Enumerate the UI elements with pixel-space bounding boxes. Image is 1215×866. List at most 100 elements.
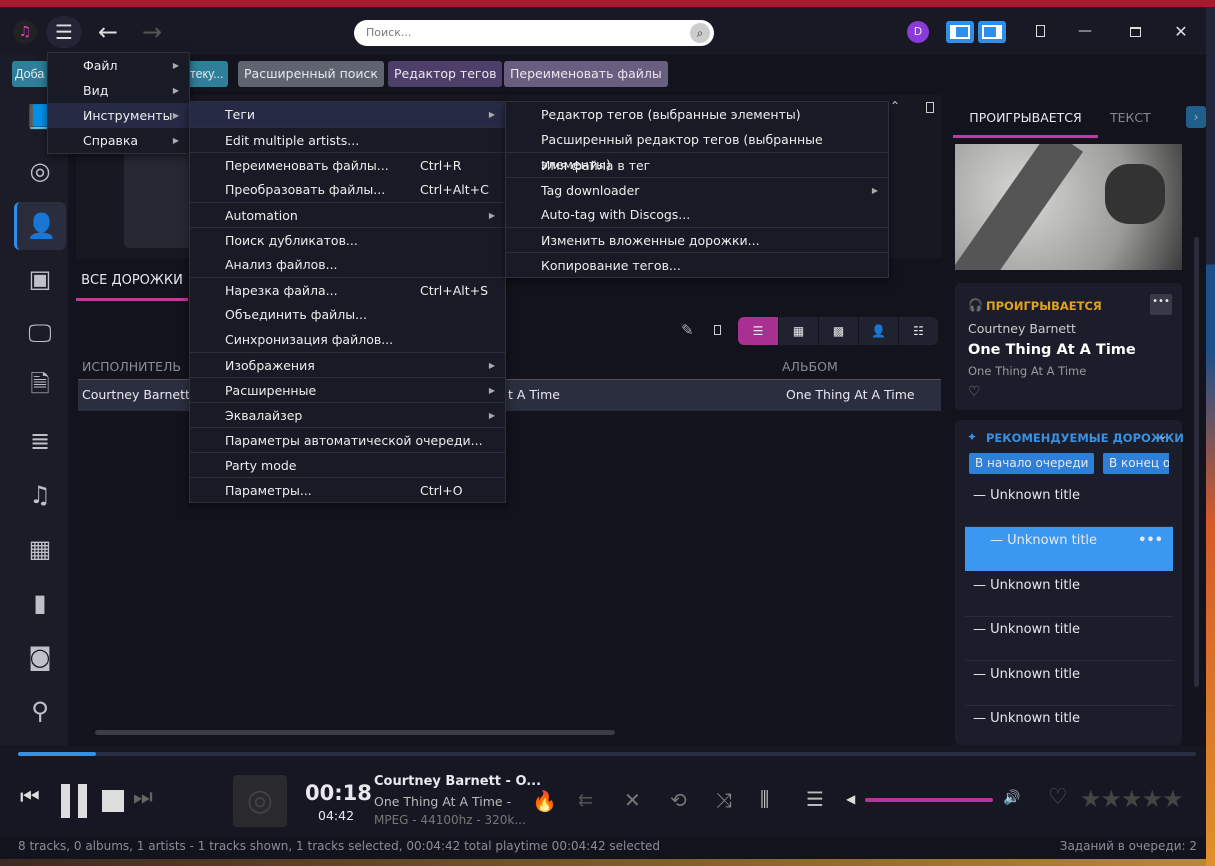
avatar[interactable]: D [907,21,929,43]
volume-slider[interactable] [865,798,993,802]
view-list-icon[interactable]: ☰ [738,317,778,345]
heart-icon[interactable]: ♡ [968,384,981,400]
queue-start-button[interactable]: В начало очереди [969,453,1095,474]
previous-icon[interactable]: ⏮ [20,785,40,810]
menu-item-tags-2[interactable]: Имя файла в тег [506,152,888,177]
menu-item-file[interactable]: Файл ▶ [48,53,189,78]
right-panel-toggle-icon[interactable] [978,21,1006,43]
recommended-label[interactable]: РЕКОМЕНДУЕМЫЕ ДОРОЖКИ [986,431,1184,445]
sidebar-disc-icon[interactable]: ◎ [14,147,66,195]
rating-stars[interactable]: ★★★★★ [1080,785,1184,813]
forward-arrow-icon[interactable]: → [137,17,167,47]
tab-all-tracks[interactable]: ВСЕ ДОРОЖКИ [76,265,188,301]
menu-item-tools-14[interactable]: Party mode [190,452,505,477]
crossfade-icon[interactable]: ✕ [624,788,641,812]
sidebar-disc-square-icon[interactable]: ◙ [14,633,66,681]
close-button[interactable]: ✕ [1166,19,1196,43]
collapse-icon[interactable]: ⌃ [890,99,900,113]
search-icon[interactable]: ⌕ [690,23,710,43]
menu-item-tools-15[interactable]: Параметры... Ctrl+O [190,477,505,502]
back-arrow-icon[interactable]: ← [93,17,123,47]
now-album[interactable]: One Thing At A Time [968,364,1086,378]
menu-item-tools-1[interactable]: Edit multiple artists... [190,127,505,152]
menu-item-tools-3[interactable]: Преобразовать файлы... Ctrl+Alt+C [190,177,505,202]
miniplayer-icon[interactable] [1036,25,1045,37]
volume-low-icon[interactable]: ◀ [846,792,855,806]
menu-item-help[interactable]: Справка ▶ [48,128,189,153]
column-header-artist[interactable]: ИСПОЛНИТЕЛЬ [82,359,181,374]
list-item[interactable]: — Unknown title [965,662,1173,706]
menu-item-tools[interactable]: Инструменты ▶ [48,103,189,128]
volume-high-icon[interactable]: 🔊 [1003,790,1020,806]
menu-item-tags-1[interactable]: Расширенный редактор тегов (выбранные эл… [506,127,888,172]
star-icon[interactable]: ★ [1080,785,1101,813]
menu-item-view[interactable]: Вид ▶ [48,78,189,103]
list-item[interactable]: — Unknown title [965,573,1173,617]
tab-now-playing[interactable]: ПРОИГРЫВАЕТСЯ [953,105,1098,138]
sidebar-music-icon[interactable]: ♫ [14,471,66,519]
menu-item-tags-0[interactable]: Редактор тегов (выбранные элементы) [506,102,888,127]
sidebar-search-icon[interactable]: ⚲ [14,687,66,735]
column-header-album[interactable]: АЛЬБОМ [782,359,838,374]
menu-icon[interactable]: ☰ [806,787,824,811]
horizontal-scrollbar[interactable] [95,730,615,735]
vertical-scrollbar[interactable] [1194,237,1199,687]
menu-item-tools-9[interactable]: Синхронизация файлов... [190,327,505,352]
view-grid-small-icon[interactable]: ▦ [778,317,818,345]
queue-end-button[interactable]: В конец очереди [1103,453,1169,474]
now-artist[interactable]: Courtney Barnett [968,321,1076,336]
edit-icon[interactable]: ✎ [681,321,694,339]
more-options-button[interactable]: ••• [1150,294,1172,315]
repeat-icon[interactable]: ⟲ [670,788,687,812]
star-icon[interactable]: ★ [1142,785,1163,813]
list-item[interactable]: — Unknown title [965,706,1173,750]
album-thumbnail[interactable]: ◎ [233,775,287,827]
menu-item-tools-13[interactable]: Параметры автоматической очереди... [190,427,505,452]
minimize-button[interactable]: — [1070,19,1100,43]
pause-icon[interactable] [61,784,87,818]
sidebar-monitor-icon[interactable]: 🖵 [14,309,66,357]
shuffle-icon[interactable]: ⤨ [716,788,732,812]
menu-item-tools-11[interactable]: Расширенные ▶ [190,377,505,402]
menu-item-tags-6[interactable]: Копирование тегов... [506,252,888,277]
view-artist-icon[interactable]: 👤 [858,317,898,345]
list-item[interactable]: — Unknown title [965,483,1173,527]
menu-item-tools-2[interactable]: Переименовать файлы... Ctrl+R [190,152,505,177]
advanced-search-button[interactable]: Расширенный поиск [238,61,384,87]
maximize-button[interactable] [1130,27,1141,37]
queue-icon[interactable]: ⇇ [578,790,593,811]
view-grid-large-icon[interactable]: ▩ [818,317,858,345]
window-icon[interactable] [926,102,934,113]
tab-lyrics[interactable]: ТЕКСТ [1110,105,1151,131]
menu-item-tools-10[interactable]: Изображения ▶ [190,352,505,377]
sidebar-calendar-icon[interactable]: ▦ [14,525,66,573]
stop-icon[interactable] [102,790,124,812]
menu-item-tools-4[interactable]: Automation ▶ [190,202,505,227]
track-line1[interactable]: Courtney Barnett - O... [374,774,541,789]
view-details-icon[interactable]: ☷ [898,317,938,345]
sidebar-stats-icon[interactable]: ▮ [14,579,66,627]
next-icon[interactable]: ⏭ [133,785,153,810]
menu-item-tools-0[interactable]: Теги ▶ [190,102,505,127]
star-icon[interactable]: ★ [1101,785,1122,813]
seek-bar[interactable] [18,752,1196,756]
panel-next-button[interactable]: › [1186,106,1206,128]
search-input[interactable]: Поиск... ⌕ [354,20,714,46]
sidebar-artist-icon[interactable]: 👤 [14,202,66,250]
menu-item-tools-8[interactable]: Объединить файлы... [190,302,505,327]
list-item[interactable]: — Unknown title [965,617,1173,661]
star-icon[interactable]: ★ [1121,785,1142,813]
hamburger-menu-button[interactable]: ☰ [46,16,82,48]
tag-editor-button[interactable]: Редактор тегов [388,61,503,87]
album-art[interactable] [955,144,1182,270]
menu-item-tags-5[interactable]: Изменить вложенные дорожки... [506,227,888,252]
more-options-icon[interactable]: ••• [1138,527,1163,555]
sidebar-playlist-icon[interactable]: ≣ [14,417,66,465]
star-icon[interactable]: ★ [1162,785,1183,813]
sidebar-contacts-icon[interactable]: ▣ [14,255,66,303]
menu-item-tools-6[interactable]: Анализ файлов... [190,252,505,277]
rename-files-button[interactable]: Переименовать файлы [504,61,668,87]
favorite-heart-icon[interactable]: ♡ [1048,785,1068,810]
menu-item-tools-12[interactable]: Эквалайзер ▶ [190,402,505,427]
menu-item-tools-7[interactable]: Нарезка файла... Ctrl+Alt+S [190,277,505,302]
